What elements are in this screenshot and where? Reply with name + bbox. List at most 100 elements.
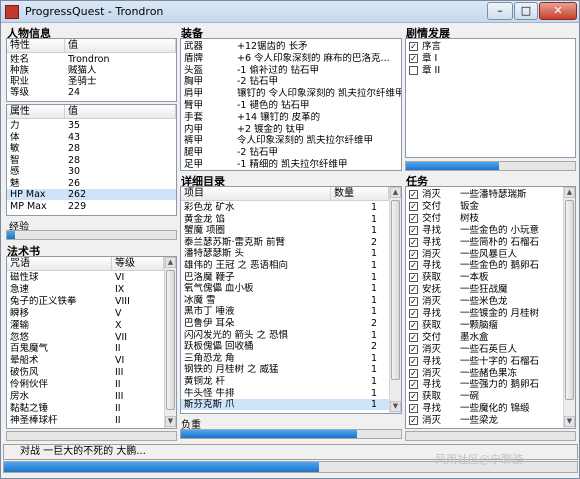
checkbox-icon[interactable]: ✓ — [409, 54, 418, 63]
checkbox-icon[interactable]: ✓ — [409, 309, 418, 318]
plot-row[interactable]: 章 II — [406, 65, 561, 76]
character-row[interactable]: 职业 圣骑士 — [7, 76, 176, 87]
inventory-row[interactable]: 蟹魔 项圈 1 — [181, 225, 389, 236]
inventory-row[interactable]: 巴鲁伊 耳朵 2 — [181, 318, 389, 329]
scroll-up-arrow-icon[interactable]: ▲ — [165, 257, 176, 268]
inventory-row[interactable]: 牛头怪 牛排 1 — [181, 388, 389, 399]
quest-row[interactable]: ✓ 获取 一碗 — [406, 391, 561, 402]
spell-row[interactable]: 伶俐伙伴 II — [7, 379, 176, 390]
quest-row[interactable]: ✓ 消灭 一些潘特瑟瑞斯 — [406, 189, 561, 200]
col-header-value[interactable]: 值 — [65, 39, 176, 53]
inventory-row[interactable]: 三角恐龙 角 1 — [181, 353, 389, 364]
stat-row[interactable]: 感 30 — [7, 166, 176, 177]
quest-row[interactable]: ✓ 寻找 一些十字的 石榴石 — [406, 356, 561, 367]
quest-row[interactable]: ✓ 获取 一颗脑瘤 — [406, 320, 561, 331]
spell-row[interactable]: 忽悠 VII — [7, 332, 176, 343]
inventory-row[interactable]: 冰魔 雪 1 — [181, 295, 389, 306]
checkbox-icon[interactable]: ✓ — [409, 273, 418, 283]
equipment-row[interactable]: 裤甲 令人印象深刻的 凯夫拉尔纤维甲 — [181, 135, 401, 146]
quest-row[interactable]: ✓ 消灭 一些米色龙 — [406, 296, 561, 307]
stat-row[interactable]: 力 35 — [7, 120, 176, 131]
col-header-spell-level[interactable]: 等级 — [112, 257, 164, 271]
stat-row[interactable]: 体 43 — [7, 132, 176, 143]
checkbox-icon[interactable]: ✓ — [409, 320, 418, 330]
equipment-row[interactable]: 肩甲 镶钉的 令人印象深刻的 凯夫拉尔纤维甲 — [181, 88, 401, 99]
plot-row[interactable]: ✓ 章 I — [406, 53, 561, 64]
quest-row[interactable]: ✓ 交付 树枝 — [406, 213, 561, 224]
inventory-row[interactable]: 钢铁的 月桂树 之 威猛 1 — [181, 364, 389, 375]
checkbox-icon[interactable]: ✓ — [409, 416, 418, 426]
quest-row[interactable]: ✓ 寻找 一些镀金的 月桂树 — [406, 308, 561, 319]
stat-row[interactable]: 魅 26 — [7, 178, 176, 189]
spell-row[interactable]: 黏黏之锤 II — [7, 403, 176, 414]
scroll-up-arrow-icon[interactable]: ▲ — [564, 187, 575, 198]
checkbox-icon[interactable]: ✓ — [409, 332, 418, 342]
spell-row[interactable]: 神圣棒球杆 II — [7, 415, 176, 426]
spell-row[interactable]: 兔子的正义铁拳 VIII — [7, 296, 176, 307]
checkbox-icon[interactable]: ✓ — [409, 380, 418, 390]
quest-row[interactable]: ✓ 寻找 一些金色的 小玩意 — [406, 225, 561, 236]
spell-row[interactable]: 房水 III — [7, 391, 176, 402]
quest-scrollbar[interactable]: ▲ ▼ — [563, 187, 575, 428]
quest-row[interactable]: ✓ 消灭 一些梁龙 — [406, 415, 561, 426]
checkbox-icon[interactable]: ✓ — [409, 356, 418, 366]
checkbox-icon[interactable]: ✓ — [409, 237, 418, 247]
checkbox-icon[interactable]: ✓ — [409, 42, 418, 51]
equipment-row[interactable]: 内甲 +2 镀金的 钛甲 — [181, 124, 401, 135]
equipment-row[interactable]: 手套 +14 镶钉的 皮革的 — [181, 112, 401, 123]
character-row[interactable]: 姓名 Trondron — [7, 54, 176, 65]
spellbook-scrollbar[interactable]: ▲ ▼ — [164, 257, 176, 428]
equipment-row[interactable]: 盾牌 +6 令人印象深刻的 麻布的巴洛克... — [181, 53, 401, 64]
plot-row[interactable]: ✓ 序言 — [406, 41, 561, 52]
spell-row[interactable]: 破伤风 III — [7, 367, 176, 378]
checkbox-icon[interactable]: ✓ — [409, 285, 418, 295]
checkbox-icon[interactable]: ✓ — [409, 225, 418, 235]
character-row[interactable]: 等级 24 — [7, 87, 176, 98]
stats-list[interactable]: 属性 值 力 35 体 43 敏 28 智 28 感 30 魅 26 HP Max 262 MP Max 22… — [6, 104, 177, 216]
stat-row[interactable]: 智 28 — [7, 155, 176, 166]
inventory-row[interactable]: 跃板傀儡 回收桶 2 — [181, 341, 389, 352]
equipment-row[interactable]: 武器 +12锯齿的 长矛 — [181, 41, 401, 52]
checkbox-icon[interactable]: ✓ — [409, 213, 418, 223]
quest-row[interactable]: ✓ 获取 一本板 — [406, 272, 561, 283]
col-header-spell[interactable]: 咒语 — [7, 257, 112, 271]
checkbox-icon[interactable] — [409, 66, 418, 75]
checkbox-icon[interactable]: ✓ — [409, 261, 418, 271]
inventory-row[interactable]: 泰兰瑟苏斯·雷克斯 前臂 2 — [181, 237, 389, 248]
scroll-down-arrow-icon[interactable]: ▼ — [564, 416, 575, 427]
equipment-list[interactable]: 武器 +12锯齿的 长矛 盾牌 +6 令人印象深刻的 麻布的巴洛克... 头盔 -1 偷补… — [180, 38, 402, 171]
scroll-up-arrow-icon[interactable]: ▲ — [390, 187, 401, 198]
spell-row[interactable]: 急速 IX — [7, 284, 176, 295]
quest-row[interactable]: ✓ 寻找 一些魔化的 锦缎 — [406, 403, 561, 414]
stat-row[interactable]: MP Max 229 — [7, 201, 176, 212]
checkbox-icon[interactable]: ✓ — [409, 368, 418, 378]
inventory-scrollbar[interactable]: ▲ ▼ — [389, 187, 401, 413]
inventory-list[interactable]: 项目 数量 彩色龙 矿水 1 黄金龙 馅 1 蟹魔 项圈 1 泰兰瑟苏斯·雷克斯 前臂 2 潘特… — [180, 186, 402, 414]
inventory-row[interactable]: 黄铜龙 杆 1 — [181, 376, 389, 387]
col-header-stat-value[interactable]: 值 — [65, 105, 176, 119]
character-sheet-list[interactable]: 特性 值 姓名 Trondron 种族 贼猫人 职业 圣骑士 等级 24 — [6, 38, 177, 102]
inventory-row[interactable]: 黄金龙 馅 1 — [181, 214, 389, 225]
checkbox-icon[interactable]: ✓ — [409, 392, 418, 402]
checkbox-icon[interactable]: ✓ — [409, 297, 418, 307]
inventory-row[interactable]: 黑市丁 唾液 1 — [181, 306, 389, 317]
col-header-quantity[interactable]: 数量 — [331, 187, 389, 201]
stat-row[interactable]: HP Max 262 — [7, 189, 176, 200]
col-header-trait[interactable]: 特性 — [7, 39, 65, 53]
equipment-row[interactable]: 足甲 -1 精细的 凯夫拉尔纤维甲 — [181, 159, 401, 170]
quest-list[interactable]: ✓ 消灭 一些潘特瑟瑞斯 ✓ 交付 钣金 ✓ 交付 树枝 ✓ 寻找 一些金色的 小玩意 ✓ 寻找 一些简朴的… — [405, 186, 576, 429]
spell-row[interactable]: 灌输 X — [7, 320, 176, 331]
inventory-row[interactable]: 氧气傀儡 血小板 1 — [181, 283, 389, 294]
checkbox-icon[interactable]: ✓ — [409, 249, 418, 259]
stat-row[interactable]: 敏 28 — [7, 143, 176, 154]
spell-row[interactable]: 晕船术 VI — [7, 355, 176, 366]
close-button[interactable]: ✕ — [539, 2, 577, 20]
quest-row[interactable]: ✓ 寻找 一些简朴的 石榴石 — [406, 237, 561, 248]
scroll-down-arrow-icon[interactable]: ▼ — [165, 416, 176, 427]
equipment-row[interactable]: 腿甲 -2 钻石甲 — [181, 147, 401, 158]
col-header-stat[interactable]: 属性 — [7, 105, 65, 119]
equipment-row[interactable]: 头盔 -1 偷补过的 钻石甲 — [181, 65, 401, 76]
plot-list[interactable]: ✓ 序言 ✓ 章 I章 II — [405, 38, 576, 158]
quest-scroll-thumb[interactable] — [565, 200, 574, 400]
inventory-row[interactable]: 巴洛魔 鞭子 1 — [181, 272, 389, 283]
